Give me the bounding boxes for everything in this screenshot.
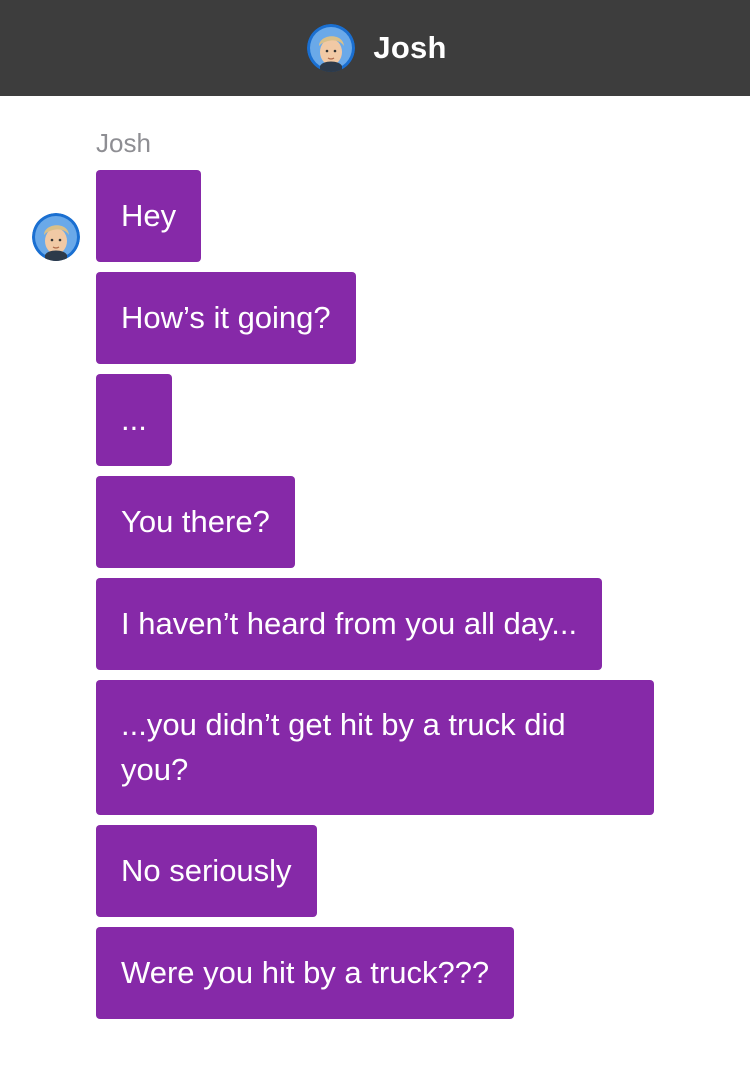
chat-header-content[interactable]: Josh bbox=[307, 24, 446, 72]
chat-header: Josh bbox=[0, 0, 750, 96]
contact-avatar-icon[interactable] bbox=[307, 24, 356, 72]
message-bubble[interactable]: Hey bbox=[96, 170, 202, 262]
message-bubble[interactable]: I haven’t heard from you all day... bbox=[96, 578, 603, 670]
sender-name-label: Josh bbox=[96, 128, 151, 158]
message-bubble[interactable]: How’s it going? bbox=[96, 272, 356, 364]
sender-avatar-icon[interactable] bbox=[32, 213, 80, 261]
contact-name-title: Josh bbox=[373, 30, 447, 65]
message-bubble[interactable]: Were you hit by a truck??? bbox=[96, 927, 515, 1019]
message-bubble[interactable]: ...you didn’t get hit by a truck did you… bbox=[96, 680, 654, 815]
message-thread: Hey How’s it going? ... You there? I hav… bbox=[96, 170, 656, 1019]
message-bubble[interactable]: No seriously bbox=[96, 825, 317, 917]
message-bubble[interactable]: You there? bbox=[96, 476, 295, 568]
message-bubble[interactable]: ... bbox=[96, 374, 172, 466]
